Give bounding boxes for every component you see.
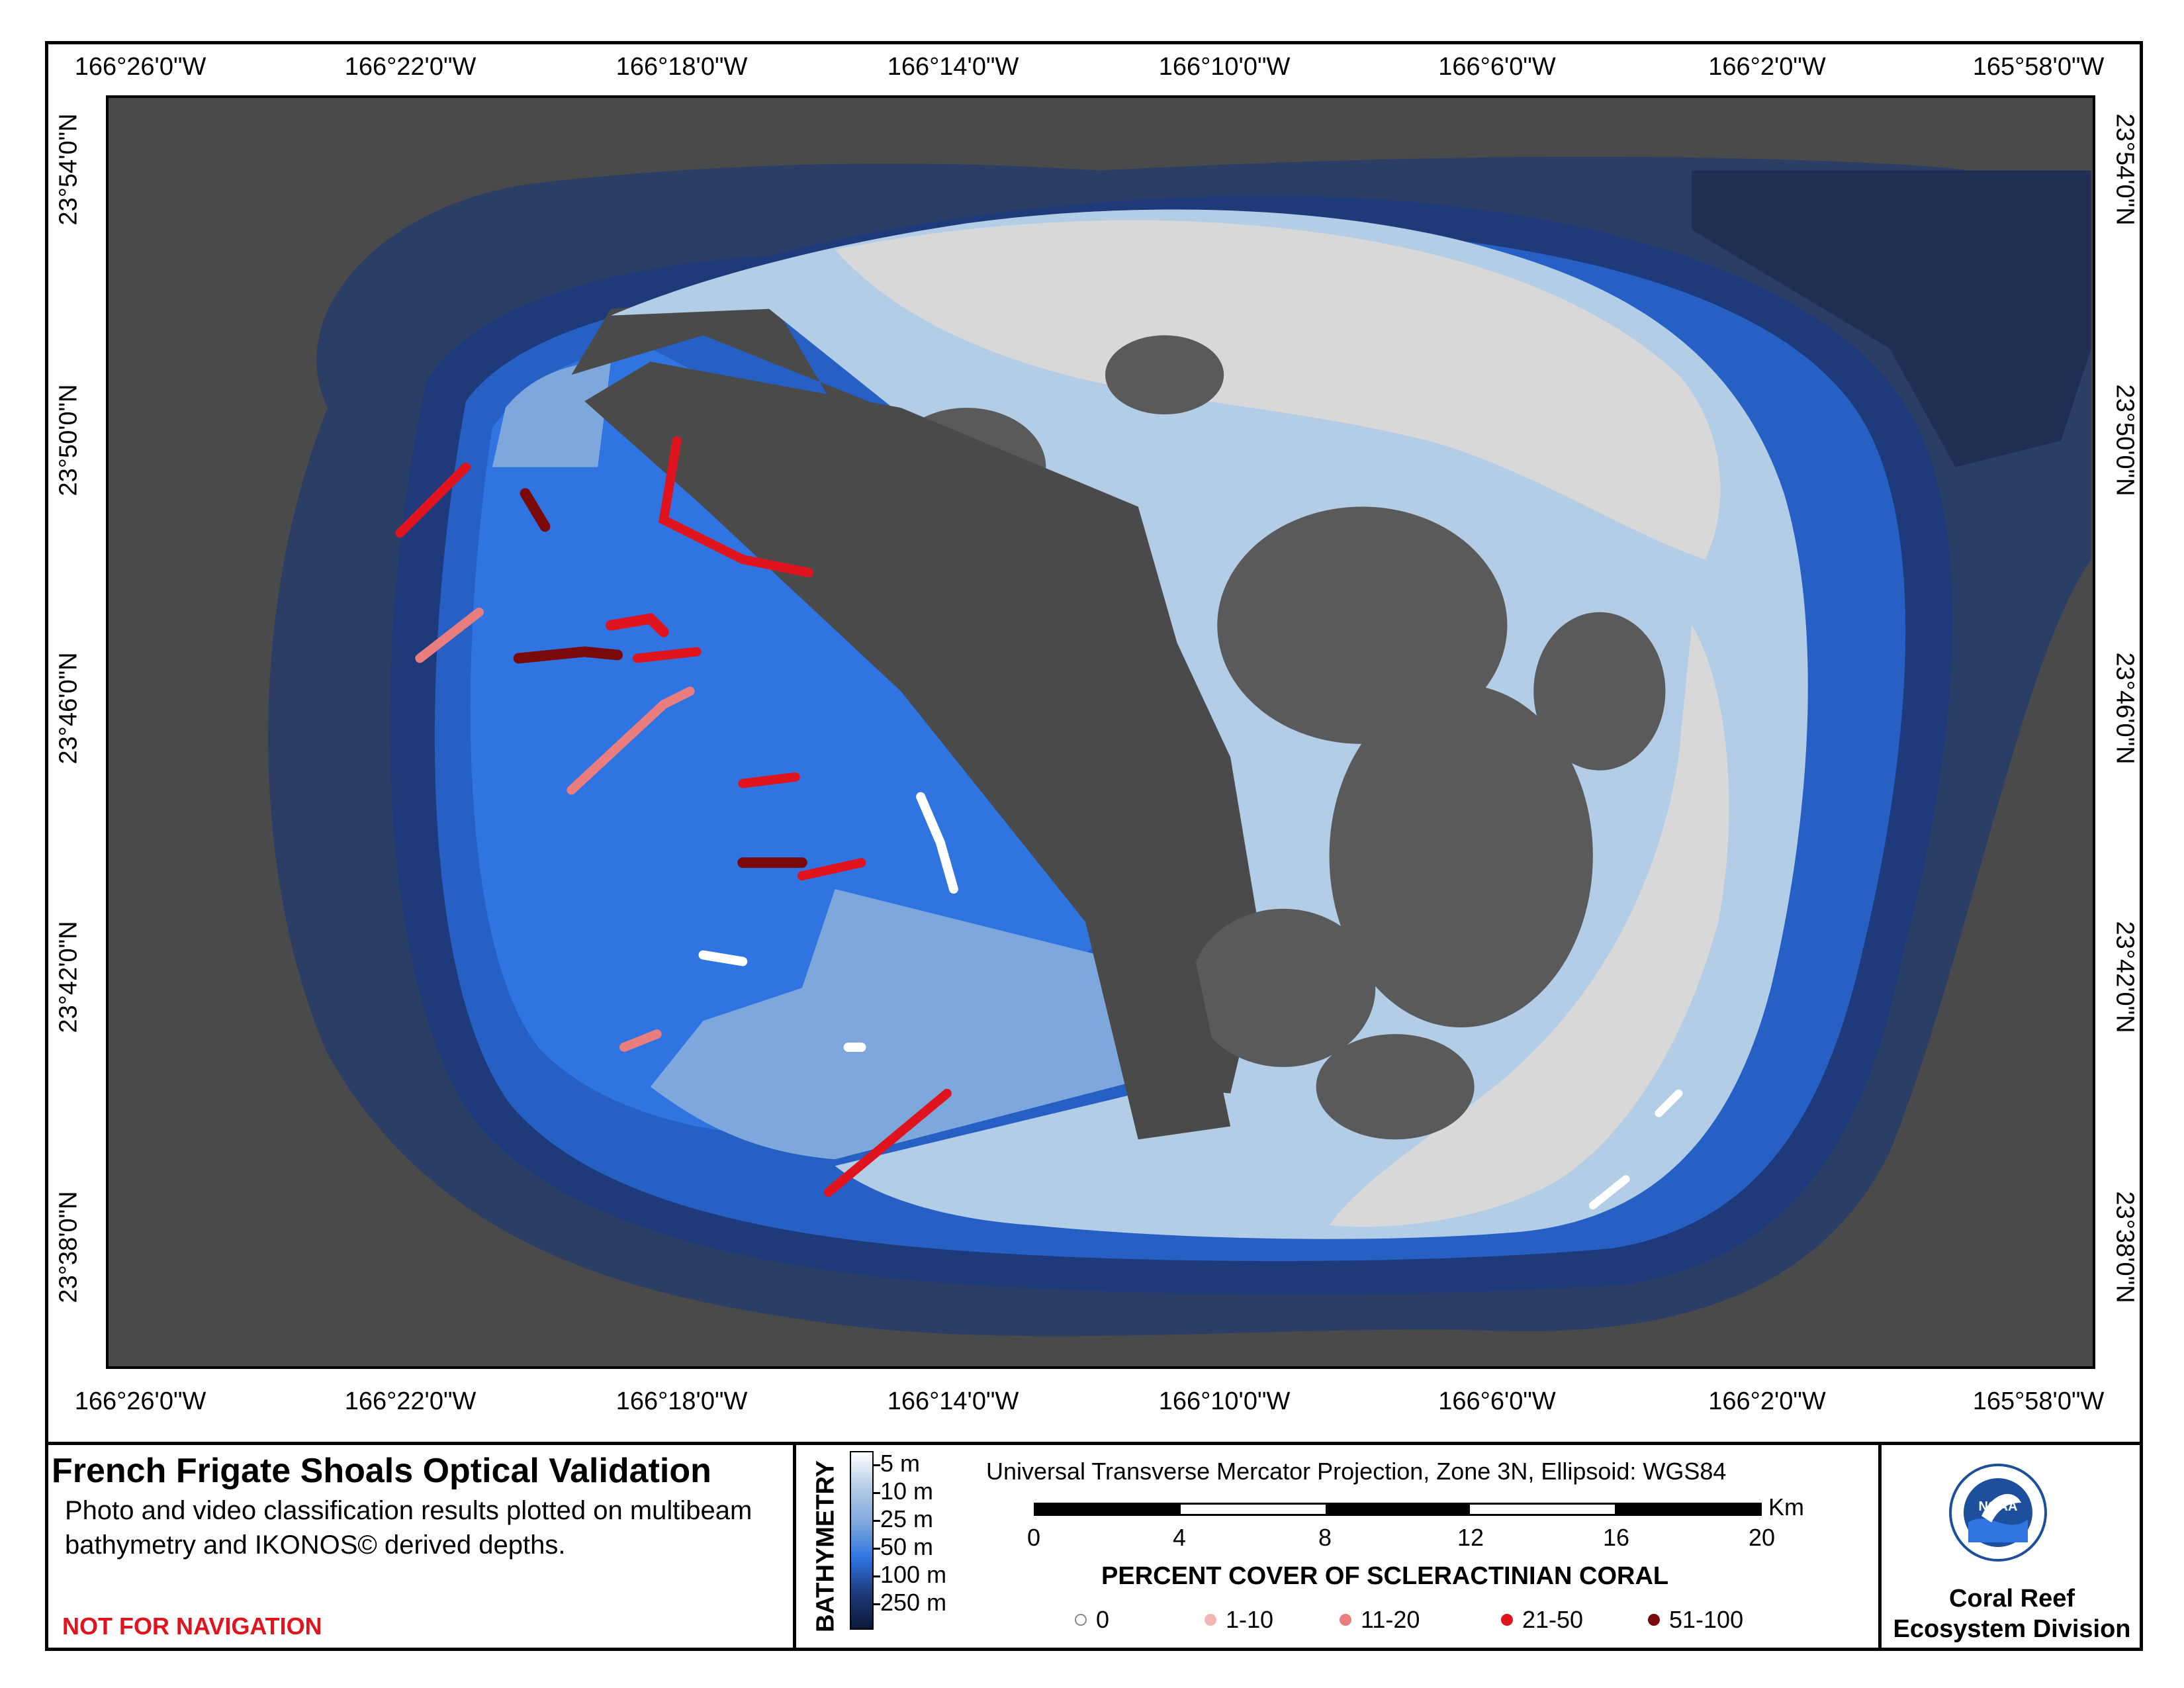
latitude-tick-label: 23°42'0"N [2111,921,2139,1033]
coral-class-swatch [1501,1614,1513,1626]
longitude-tick-label: 166°10'0"W [1158,1387,1291,1415]
scale-segment [1036,1505,1181,1514]
bathymetry-tick [872,1548,880,1550]
bathymetry-entry: 10 m [880,1477,934,1505]
bathymetry-entry: 25 m [880,1505,934,1532]
scale-tick-label: 0 [1026,1524,1041,1551]
coral-legend-title: PERCENT COVER OF SCLERACTINIAN CORAL [1101,1562,1669,1590]
scale-tick-label: 20 [1748,1524,1776,1551]
noaa-logo-icon: NOAA [1949,1464,2047,1562]
bathymetry-tick [872,1575,880,1577]
bathymetry-entry: 100 m [880,1561,947,1588]
latitude-tick-label: 23°46'0"N [54,652,83,765]
coral-class-label: 21-50 [1522,1606,1584,1633]
bathymetry-entry: 250 m [880,1589,947,1616]
longitude-tick-label: 165°58'0"W [1972,53,2105,81]
longitude-tick-label: 166°14'0"W [887,1387,1019,1415]
map-area[interactable]: N [106,95,2095,1369]
bathymetry-tick [872,1603,880,1605]
map-subtitle: Photo and video classification results p… [65,1496,752,1560]
bathymetry-entry: 5 m [880,1450,921,1477]
coral-class-swatch [1648,1614,1660,1626]
coral-class-label: 0 [1096,1606,1110,1633]
legend-divider [793,1442,796,1651]
latitude-tick-label: 23°42'0"N [54,921,83,1033]
bathymetry-tick [872,1464,880,1466]
organization-name: Coral Reef Ecosystem Division [1893,1585,2131,1643]
longitude-tick-label: 166°2'0"W [1708,1387,1826,1415]
latitude-tick-label: 23°46'0"N [2111,652,2139,765]
coral-class-swatch [1075,1614,1087,1626]
scale-tick-label: 8 [1318,1524,1332,1551]
bathymetry-entry: 50 m [880,1533,934,1560]
coral-class-label: 51-100 [1669,1606,1744,1633]
bathymetry-color-ramp [850,1451,874,1630]
latitude-tick-label: 23°38'0"N [2111,1191,2139,1303]
longitude-tick-label: 166°22'0"W [344,53,477,81]
scale-tick-label: 16 [1602,1524,1630,1551]
scale-segment [1180,1505,1326,1514]
longitude-tick-label: 165°58'0"W [1972,1387,2105,1415]
longitude-tick-label: 166°26'0"W [74,1387,206,1415]
coral-class-swatch [1205,1614,1216,1626]
scale-tick-label: 12 [1457,1524,1484,1551]
coral-class-swatch [1340,1614,1351,1626]
navigation-warning: NOT FOR NAVIGATION [62,1613,322,1640]
scale-segment [1615,1505,1760,1514]
longitude-tick-label: 166°6'0"W [1438,1387,1556,1415]
latitude-tick-label: 23°50'0"N [54,384,83,496]
map-title: French Frigate Shoals Optical Validation [52,1452,711,1490]
bathymetry-map [268,156,2091,1336]
scale-segment [1470,1505,1615,1514]
svg-text:NOAA: NOAA [1979,1499,2018,1514]
scale-tick-label: 4 [1172,1524,1187,1551]
longitude-tick-label: 166°2'0"W [1708,53,1826,81]
bathymetry-tick [872,1492,880,1494]
bathymetry-label: BATHYMETRY [811,1460,840,1632]
coral-class-item: 21-50 [1501,1606,1583,1634]
bathymetry-tick [872,1520,880,1522]
longitude-tick-label: 166°10'0"W [1158,53,1291,81]
coral-class-item: 1-10 [1205,1606,1273,1634]
projection-text: Universal Transverse Mercator Projection… [986,1458,1727,1485]
latitude-tick-label: 23°54'0"N [2111,113,2139,226]
coral-class-item: 0 [1075,1606,1109,1634]
coral-class-item: 51-100 [1648,1606,1743,1634]
coral-class-label: 1-10 [1226,1606,1274,1633]
longitude-tick-label: 166°6'0"W [1438,53,1556,81]
longitude-tick-label: 166°18'0"W [615,1387,748,1415]
latitude-tick-label: 23°54'0"N [54,113,83,226]
longitude-tick-label: 166°14'0"W [887,53,1019,81]
latitude-tick-label: 23°50'0"N [2111,384,2139,496]
legend-divider [1878,1442,1882,1651]
scale-segment [1325,1505,1471,1514]
north-arrow-icon: N [1987,135,2095,1369]
longitude-tick-label: 166°22'0"W [344,1387,477,1415]
latitude-tick-label: 23°38'0"N [54,1191,83,1303]
scale-unit: Km [1768,1493,1804,1521]
coral-class-item: 11-20 [1340,1606,1420,1634]
longitude-tick-label: 166°26'0"W [74,53,206,81]
coral-class-label: 11-20 [1361,1606,1420,1633]
longitude-tick-label: 166°18'0"W [615,53,748,81]
scale-bar [1034,1503,1762,1516]
